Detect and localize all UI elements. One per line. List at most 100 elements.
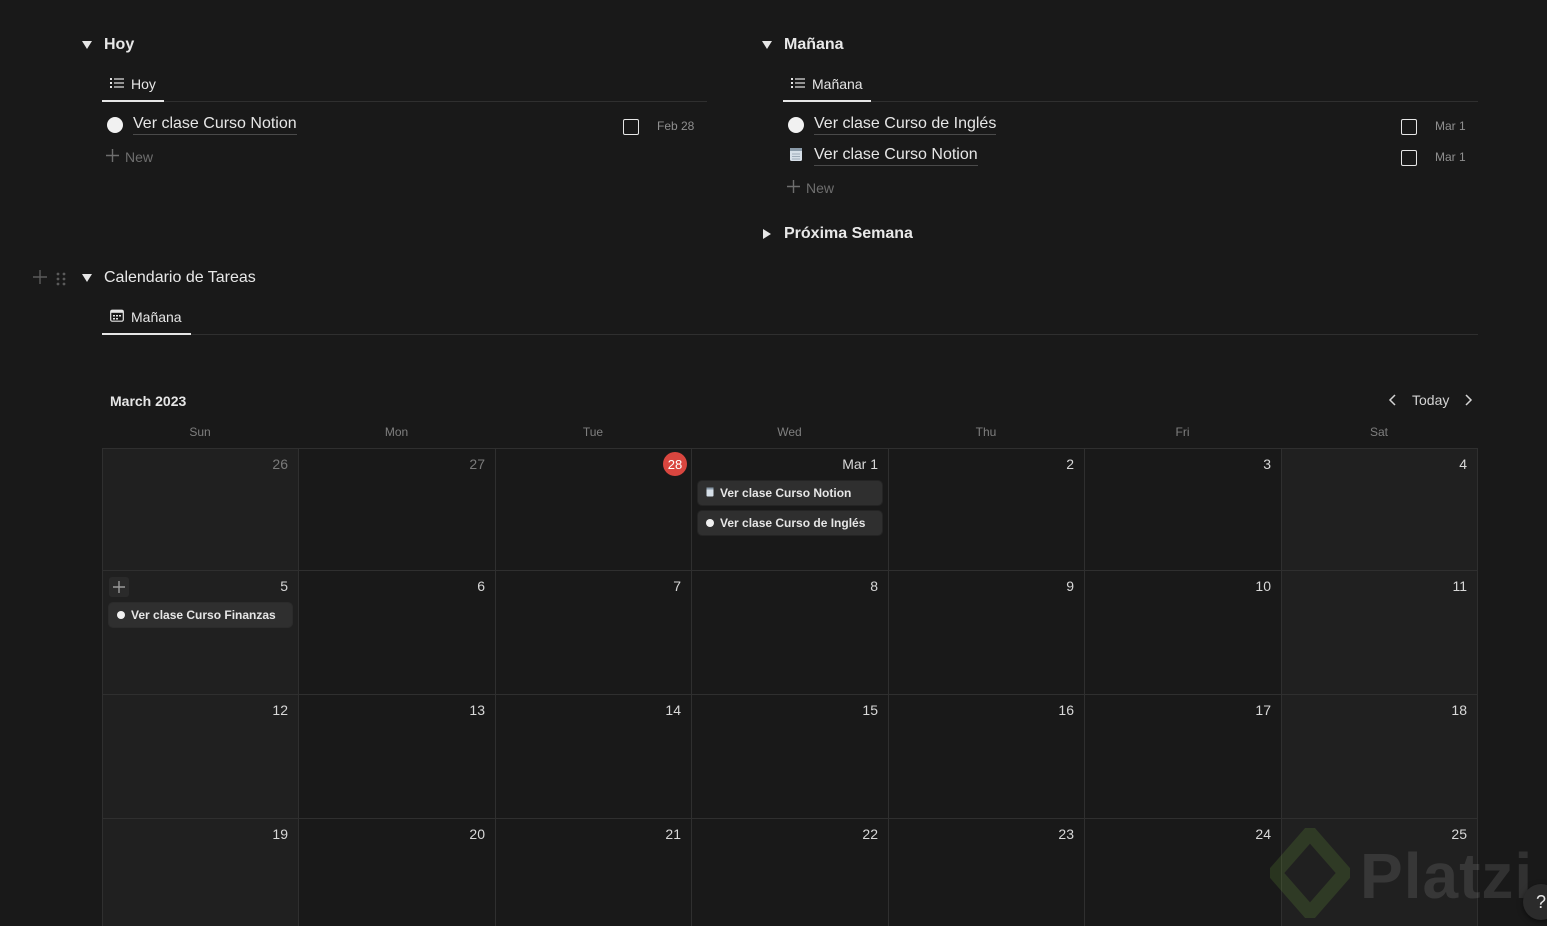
triangle-down-icon[interactable]	[760, 38, 774, 52]
calendar-day-cell[interactable]: 13	[299, 695, 496, 819]
weekday-label: Mon	[384, 425, 409, 439]
calendar-day-cell[interactable]: 6	[299, 571, 496, 695]
calendar-day-cell[interactable]: 4	[1282, 449, 1478, 571]
calendar-day-cell[interactable]: 20	[299, 819, 496, 926]
circle-icon	[788, 117, 804, 133]
tab-label: Hoy	[131, 76, 156, 92]
add-event-button[interactable]	[109, 577, 129, 597]
task-date: Mar 1	[1435, 119, 1466, 133]
calendar-day-cell[interactable]: 22	[692, 819, 889, 926]
day-number: 13	[469, 702, 485, 718]
day-number: Mar 1	[842, 456, 878, 472]
calendar-event[interactable]: Ver clase Curso Finanzas	[109, 603, 292, 627]
manana-title: Mañana	[784, 36, 844, 53]
triangle-down-icon[interactable]	[80, 38, 94, 52]
calendar-day-cell[interactable]: 21	[496, 819, 692, 926]
new-label: New	[125, 149, 154, 165]
list-icon	[791, 76, 805, 92]
calendar-day-cell[interactable]: 3	[1085, 449, 1282, 571]
event-title: Ver clase Curso Finanzas	[131, 608, 276, 622]
task-title[interactable]: Ver clase Curso Notion	[814, 146, 978, 166]
list-item[interactable]: Ver clase Curso de Inglés	[788, 111, 997, 139]
day-number: 23	[1058, 826, 1074, 842]
triangle-down-icon[interactable]	[80, 271, 94, 285]
list-icon	[110, 76, 124, 92]
plus-icon	[787, 180, 800, 196]
calendar-day-cell[interactable]: 28	[496, 449, 692, 571]
day-number: 8	[870, 578, 878, 594]
day-number: 12	[272, 702, 288, 718]
done-checkbox[interactable]	[1401, 150, 1417, 166]
calendario-tab-bar: Mañana	[102, 301, 1478, 335]
manana-tab-bar: Mañana	[783, 68, 1478, 102]
calendar-event[interactable]: Ver clase Curso Notion	[698, 481, 882, 505]
day-number: 14	[665, 702, 681, 718]
calendar-day-cell[interactable]: 10	[1085, 571, 1282, 695]
weekday-label: Sun	[189, 425, 211, 439]
list-item[interactable]: Ver clase Curso Notion	[107, 111, 297, 139]
circle-icon	[117, 611, 125, 619]
calendar-day-cell[interactable]: Mar 1 Ver clase Curso Notion Ver clase Cur…	[692, 449, 889, 571]
list-item[interactable]: Ver clase Curso Notion	[788, 142, 978, 170]
triangle-right-icon[interactable]	[760, 227, 774, 241]
day-number: 22	[862, 826, 878, 842]
day-number: 16	[1058, 702, 1074, 718]
day-number: 18	[1451, 702, 1467, 718]
calendario-title: Calendario de Tareas	[104, 269, 256, 286]
calendar-day-cell[interactable]: 15	[692, 695, 889, 819]
event-title: Ver clase Curso Notion	[720, 486, 852, 500]
calendar-day-cell[interactable]: 16	[889, 695, 1085, 819]
calendar-day-cell[interactable]: 9	[889, 571, 1085, 695]
done-checkbox[interactable]	[623, 119, 639, 135]
today-day-number: 28	[663, 452, 687, 476]
calendar-day-cell[interactable]: 27	[299, 449, 496, 571]
done-checkbox[interactable]	[1401, 119, 1417, 135]
calendar-day-cell[interactable]: 8	[692, 571, 889, 695]
task-date: Feb 28	[657, 119, 695, 133]
proxima-toggle: Próxima Semana	[760, 225, 913, 243]
drag-handle-icon[interactable]	[56, 270, 66, 291]
add-block-icon[interactable]	[33, 268, 47, 289]
task-title[interactable]: Ver clase Curso Notion	[133, 115, 297, 135]
proxima-title: Próxima Semana	[784, 225, 913, 242]
tab-hoy[interactable]: Hoy	[102, 68, 164, 102]
calendar-day-cell[interactable]: 2	[889, 449, 1085, 571]
platzi-watermark: Platzi	[1265, 822, 1534, 924]
calendar-nav: Today	[1384, 390, 1477, 410]
day-number: 20	[469, 826, 485, 842]
calendar-day-cell[interactable]: 7	[496, 571, 692, 695]
tab-manana[interactable]: Mañana	[783, 68, 871, 102]
calendar-day-cell[interactable]: 12	[103, 695, 299, 819]
today-button[interactable]: Today	[1412, 392, 1449, 408]
calendar-event[interactable]: Ver clase Curso de Inglés	[698, 511, 882, 535]
day-number: 2	[1066, 456, 1074, 472]
weekday-label: Thu	[975, 425, 997, 439]
calendar-day-cell[interactable]: 18	[1282, 695, 1478, 819]
calendar-day-cell[interactable]: 11	[1282, 571, 1478, 695]
hoy-toggle: Hoy	[80, 36, 134, 54]
calendar-day-cell[interactable]: 14	[496, 695, 692, 819]
watermark-text: Platzi	[1360, 839, 1534, 912]
new-item-button[interactable]: New	[106, 149, 153, 165]
tab-calendar-manana[interactable]: Mañana	[102, 301, 191, 335]
weekday-label: Wed	[777, 425, 802, 439]
calendar-day-cell[interactable]: 24	[1085, 819, 1282, 926]
weekday-label: Sat	[1369, 425, 1388, 439]
calendar-day-cell[interactable]: 17	[1085, 695, 1282, 819]
chevron-left-icon[interactable]	[1384, 390, 1400, 410]
day-number: 24	[1255, 826, 1271, 842]
tab-label: Mañana	[812, 76, 863, 92]
chevron-right-icon[interactable]	[1461, 390, 1477, 410]
manana-toggle: Mañana	[760, 36, 844, 54]
calendar-day-cell[interactable]: 19	[103, 819, 299, 926]
calendar-day-cell[interactable]: 5 Ver clase Curso Finanzas	[103, 571, 299, 695]
new-item-button[interactable]: New	[787, 180, 834, 196]
hoy-title: Hoy	[104, 36, 135, 53]
calendar-day-cell[interactable]: 26	[103, 449, 299, 571]
task-title[interactable]: Ver clase Curso de Inglés	[814, 115, 997, 135]
calendar-day-cell[interactable]: 23	[889, 819, 1085, 926]
day-number: 11	[1452, 578, 1467, 594]
notepad-icon	[788, 146, 804, 167]
calendario-toggle: Calendario de Tareas	[80, 269, 256, 287]
day-number: 3	[1263, 456, 1271, 472]
